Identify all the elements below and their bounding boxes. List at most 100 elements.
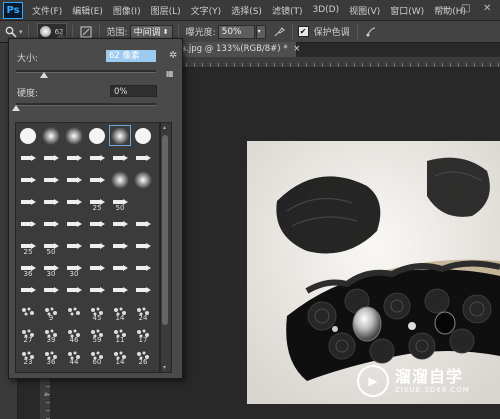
airbrush-icon[interactable] <box>271 24 287 40</box>
menu-select[interactable]: 选择(S) <box>226 4 267 17</box>
brush-preset-item[interactable]: 23 <box>17 345 39 366</box>
brush-preset-item[interactable]: 50 <box>109 191 131 212</box>
hardness-input[interactable]: 0% <box>110 85 157 97</box>
minimize-icon[interactable]: — <box>440 3 450 14</box>
gear-icon[interactable]: ✲ <box>169 50 177 61</box>
brush-preset-item[interactable] <box>17 279 39 300</box>
brush-preset-item[interactable] <box>132 169 154 190</box>
brush-preset-item[interactable] <box>17 169 39 190</box>
menu-window[interactable]: 窗口(W) <box>385 4 429 17</box>
tool-preset-arrow-icon[interactable]: ▾ <box>19 28 23 36</box>
menu-layer[interactable]: 图层(L) <box>146 4 186 17</box>
brush-preset-item[interactable]: 36 <box>17 257 39 278</box>
document-tab[interactable]: a.jpg @ 133%(RGB/8#) * × <box>178 42 300 57</box>
brush-preset-item[interactable] <box>132 257 154 278</box>
brush-preset-item[interactable] <box>63 147 85 168</box>
brush-preset-item[interactable]: 30 <box>40 257 62 278</box>
hardness-slider[interactable] <box>16 103 156 106</box>
brush-preset-item[interactable]: 39 <box>40 323 62 344</box>
brush-preset-item[interactable] <box>132 235 154 256</box>
brush-preset-item[interactable] <box>109 213 131 234</box>
menu-filter[interactable]: 滤镜(T) <box>267 4 308 17</box>
close-tab-icon[interactable]: × <box>293 44 300 54</box>
brush-preset-item[interactable]: 44 <box>63 345 85 366</box>
size-slider-handle[interactable] <box>40 72 48 78</box>
range-select[interactable]: 中间调 ⬍ <box>129 24 173 39</box>
brush-preset-item[interactable] <box>63 191 85 212</box>
brush-preset-item[interactable] <box>17 301 39 322</box>
brush-preset-item[interactable] <box>63 169 85 190</box>
brush-preset-item[interactable] <box>17 147 39 168</box>
preset-scrollbar[interactable]: ▴ ▾ <box>160 122 172 373</box>
brush-preset-item[interactable] <box>132 279 154 300</box>
brush-preset-item[interactable] <box>132 125 154 146</box>
brush-preset-item[interactable]: 55 <box>63 367 85 372</box>
brush-preset-item[interactable] <box>17 213 39 234</box>
brush-preset-item[interactable] <box>132 213 154 234</box>
brush-preset-item[interactable]: 11 <box>109 323 131 344</box>
brush-preset-item[interactable] <box>40 169 62 190</box>
brush-preset-item[interactable] <box>86 169 108 190</box>
brush-preset-item[interactable] <box>86 213 108 234</box>
brush-preset-item[interactable]: 46 <box>63 323 85 344</box>
menu-file[interactable]: 文件(F) <box>27 4 67 17</box>
brush-preset-item[interactable]: 27 <box>17 323 39 344</box>
brush-preset-item[interactable]: 112 <box>109 367 131 372</box>
size-slider[interactable] <box>16 70 156 73</box>
brush-preset-item[interactable]: 14 <box>109 345 131 366</box>
brush-preset-item[interactable] <box>109 169 131 190</box>
brush-preset-item[interactable]: 134 <box>132 367 154 372</box>
exposure-field[interactable]: 50% <box>217 24 255 39</box>
close-icon[interactable]: ✕ <box>483 3 491 14</box>
brush-preset-item[interactable]: 59 <box>86 323 108 344</box>
brush-preset-item[interactable] <box>40 213 62 234</box>
brush-preset-item[interactable]: 26 <box>132 345 154 366</box>
brush-preset-item[interactable] <box>63 235 85 256</box>
horizontal-ruler[interactable] <box>178 57 500 68</box>
brush-preset-list[interactable]: 25 50 25 50 36 30 30 9 45 14 24 27 39 46 59 11 17 23 36 44 6… <box>15 122 160 373</box>
exposure-dropdown[interactable]: ▾ <box>255 24 266 39</box>
brush-preset-item[interactable] <box>132 147 154 168</box>
brush-preset-item[interactable] <box>63 213 85 234</box>
brush-preset-item[interactable] <box>63 301 85 322</box>
brush-preset-item[interactable] <box>63 279 85 300</box>
menu-edit[interactable]: 编辑(E) <box>67 4 108 17</box>
menu-3d[interactable]: 3D(D) <box>307 5 344 15</box>
brush-preset-item[interactable]: 33 <box>17 367 39 372</box>
menu-image[interactable]: 图像(I) <box>108 4 146 17</box>
brush-preset-item[interactable] <box>86 125 108 146</box>
pressure-size-icon[interactable] <box>363 24 379 40</box>
brush-preset-item[interactable] <box>109 257 131 278</box>
size-input[interactable]: 62 像素 <box>106 50 156 62</box>
scroll-up-icon[interactable]: ▴ <box>163 124 166 131</box>
brush-preset-item[interactable] <box>109 125 131 146</box>
brush-preset-item[interactable]: 36 <box>40 345 62 366</box>
protect-tones-checkbox[interactable]: ✔ <box>297 26 309 37</box>
hardness-slider-handle[interactable] <box>12 105 20 111</box>
brush-preset-item[interactable] <box>17 191 39 212</box>
brush-preset-item[interactable]: 50 <box>40 235 62 256</box>
scroll-down-icon[interactable]: ▾ <box>163 364 166 371</box>
brush-preset-item[interactable]: 25 <box>86 191 108 212</box>
brush-preset-item[interactable]: 14 <box>109 301 131 322</box>
brush-preset-item[interactable]: 17 <box>132 323 154 344</box>
brush-preset-item[interactable] <box>109 235 131 256</box>
brush-preset-item[interactable]: 9 <box>40 301 62 322</box>
brush-preset-item[interactable]: 60 <box>86 345 108 366</box>
restore-icon[interactable]: □ <box>461 3 470 14</box>
brush-preset-item[interactable] <box>40 147 62 168</box>
brush-preset-item[interactable] <box>63 125 85 146</box>
save-preset-icon[interactable]: ▦ <box>166 69 174 78</box>
brush-preset-item[interactable] <box>17 125 39 146</box>
brush-preset-item[interactable] <box>40 279 62 300</box>
menu-view[interactable]: 视图(V) <box>344 4 385 17</box>
brush-preset-item[interactable]: 42 <box>40 367 62 372</box>
scrollbar-thumb[interactable] <box>162 135 168 325</box>
brush-preset-item[interactable]: 30 <box>63 257 85 278</box>
brush-preset-item[interactable] <box>86 235 108 256</box>
brush-preset-item[interactable] <box>86 257 108 278</box>
brush-preset-item[interactable]: 24 <box>132 301 154 322</box>
brush-preset-item[interactable] <box>132 191 154 212</box>
brush-preset-item[interactable] <box>86 279 108 300</box>
brush-preset-item[interactable] <box>109 279 131 300</box>
